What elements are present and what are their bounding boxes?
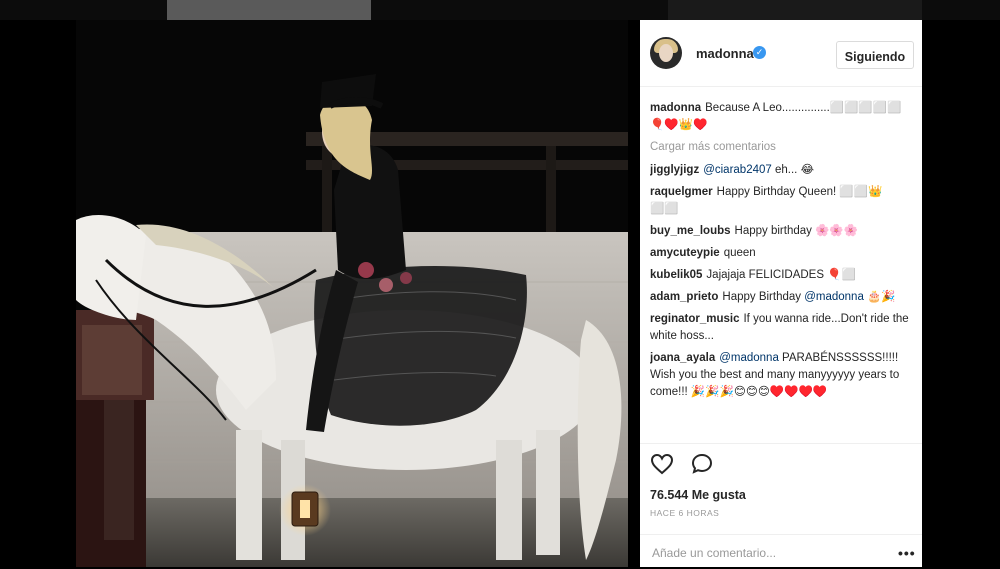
caption-username[interactable]: madonna	[650, 102, 701, 114]
comment-text: eh... 😂	[771, 164, 815, 176]
heart-icon[interactable]	[650, 452, 674, 476]
comment-mention[interactable]: @madonna	[719, 352, 779, 364]
load-more-comments-link[interactable]: Cargar más comentarios	[650, 139, 912, 156]
comment-text: Happy Birthday	[722, 291, 805, 303]
comment-text: Jajajaja FELICIDADES 🎈⬜	[706, 269, 856, 281]
following-button[interactable]: Siguiendo	[836, 41, 914, 69]
comment-username[interactable]: amycuteypie	[650, 247, 720, 259]
comment-username[interactable]: buy_me_loubs	[650, 225, 731, 237]
comment-username[interactable]: kubelik05	[650, 269, 702, 281]
previous-post-strip	[0, 0, 1000, 20]
add-comment-bar: •••	[640, 534, 922, 569]
comment-mention[interactable]: @ciarab2407	[703, 164, 772, 176]
comment-username[interactable]: joana_ayala	[650, 352, 715, 364]
horse-rider-illustration	[76, 20, 628, 567]
verified-badge-icon: ✓	[753, 46, 766, 59]
comment-input[interactable]	[650, 543, 884, 563]
comment-username[interactable]: jigglyjigz	[650, 164, 699, 176]
comment-item: kubelik05 Jajajaja FELICIDADES 🎈⬜	[650, 267, 912, 284]
comment-item: amycuteypie queen	[650, 245, 912, 262]
avatar[interactable]	[650, 37, 682, 69]
post-photo[interactable]	[76, 20, 628, 567]
comment-username[interactable]: reginator_music	[650, 313, 739, 325]
more-options-icon[interactable]: •••	[898, 545, 916, 561]
comment-username[interactable]: adam_prieto	[650, 291, 718, 303]
caption: madonna Because A Leo...............⬜⬜⬜⬜⬜…	[650, 100, 912, 134]
comment-item: buy_me_loubs Happy birthday 🌸🌸🌸	[650, 223, 912, 240]
previous-panel-peek	[668, 0, 922, 20]
comment-username[interactable]: raquelgmer	[650, 186, 713, 198]
avatar-face	[659, 44, 673, 62]
comment-item: joana_ayala @madonna PARABÉNSSSSSS!!!!! W…	[650, 350, 912, 401]
comment-item: reginator_music If you wanna ride...Don't…	[650, 311, 912, 345]
comment-text: Happy birthday 🌸🌸🌸	[734, 225, 859, 237]
action-icons	[650, 452, 726, 478]
comments-list[interactable]: madonna Because A Leo...............⬜⬜⬜⬜⬜…	[650, 100, 912, 452]
post-timestamp: HACE 6 HORAS	[650, 508, 720, 518]
username-link[interactable]: madonna	[696, 46, 754, 61]
comment-text-after: 🎂🎉	[863, 291, 896, 303]
post-actions: 76.544 Me gusta HACE 6 HORAS •••	[640, 443, 922, 568]
post-header: madonna ✓ Siguiendo	[640, 20, 922, 87]
likes-count[interactable]: 76.544 Me gusta	[650, 488, 746, 502]
comment-item: raquelgmer Happy Birthday Queen! ⬜⬜👑 ⬜⬜	[650, 184, 912, 218]
comment-mention[interactable]: @madonna	[804, 291, 864, 303]
post-sidebar: madonna ✓ Siguiendo madonna Because A Leo…	[640, 20, 922, 567]
previous-photo-peek	[167, 0, 371, 20]
comment-item: jigglyjigz @ciarab2407 eh... 😂	[650, 162, 912, 179]
comment-text: queen	[723, 247, 756, 259]
comment-bubble-icon[interactable]	[690, 452, 714, 476]
comment-item: adam_prieto Happy Birthday @madonna 🎂🎉	[650, 289, 912, 306]
